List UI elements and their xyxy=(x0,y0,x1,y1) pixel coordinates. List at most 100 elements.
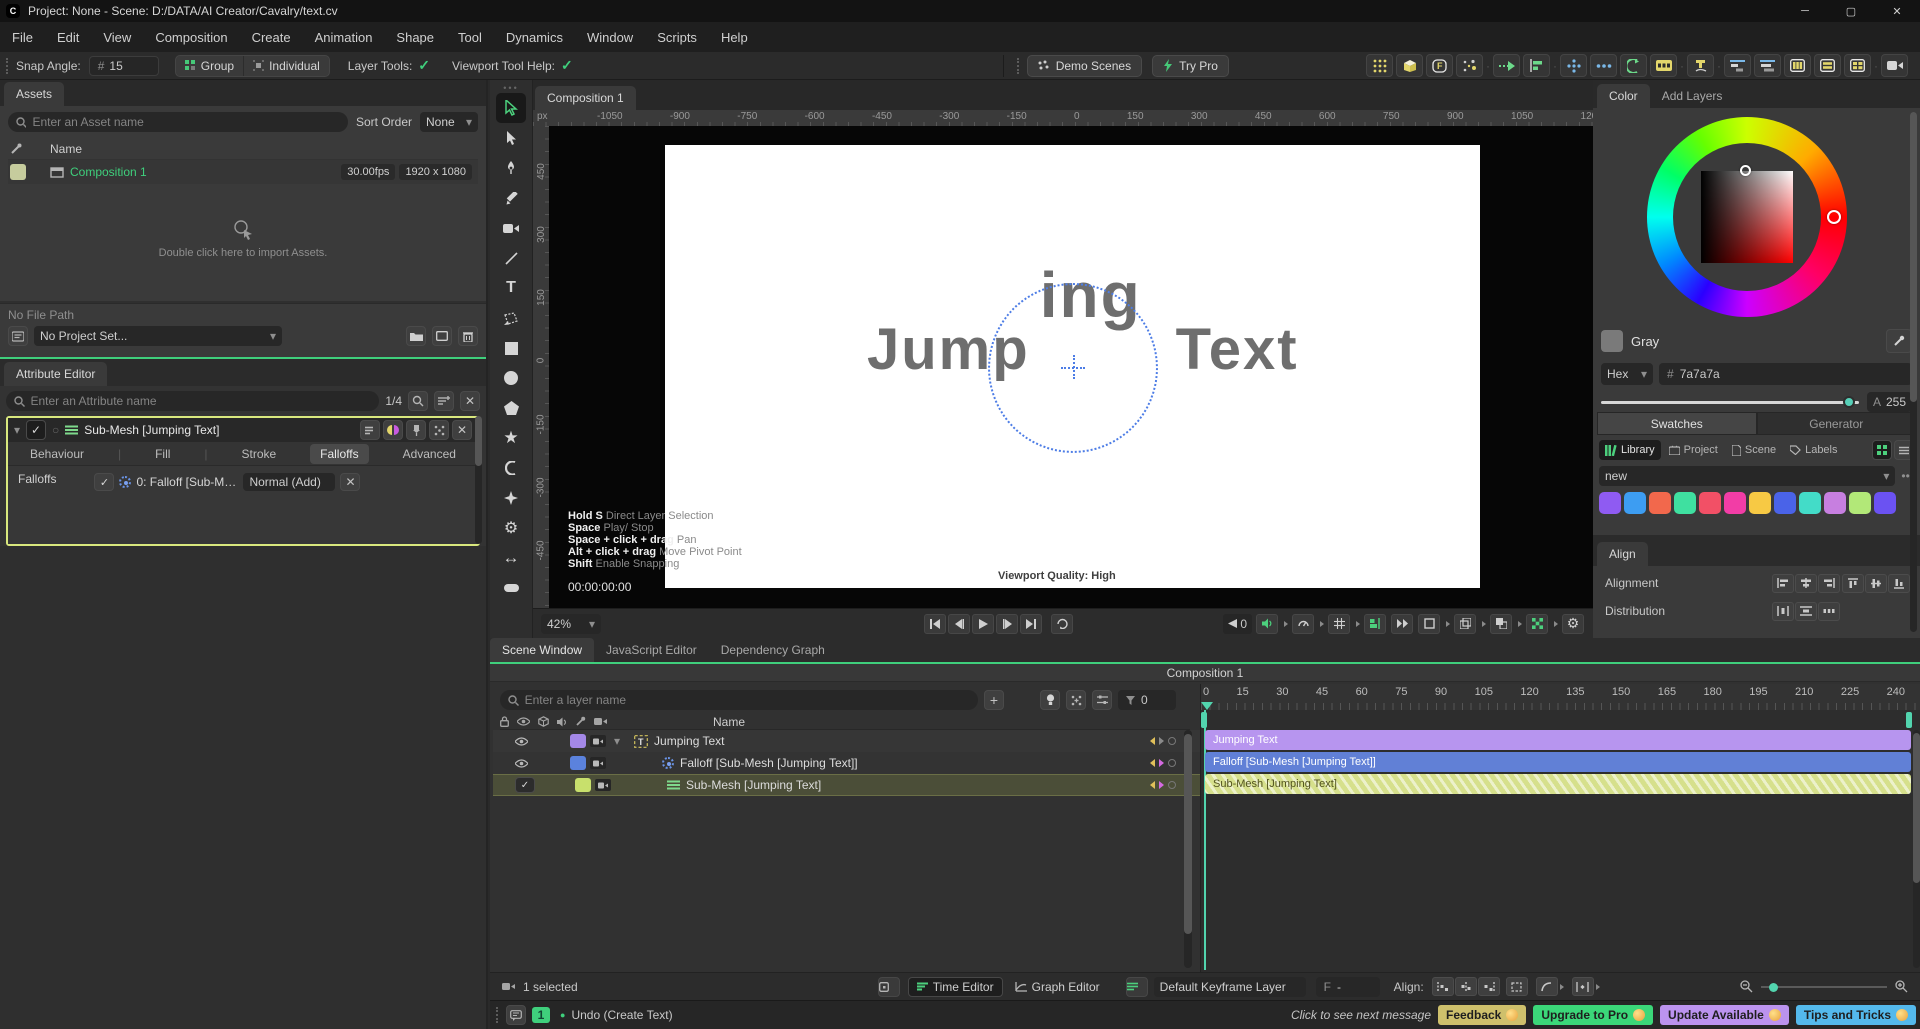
ellipse-tool[interactable] xyxy=(496,363,526,393)
distribute-h-icon[interactable] xyxy=(1772,602,1794,621)
work-area-end-handle[interactable] xyxy=(1906,712,1912,728)
status-action-button[interactable]: Upgrade to Pro xyxy=(1533,1005,1653,1025)
align-middle-v-icon[interactable] xyxy=(1865,574,1887,593)
open-folder-icon[interactable] xyxy=(406,326,426,346)
sparkle-tool[interactable] xyxy=(496,483,526,513)
falloff-enabled-check-icon[interactable]: ✓ xyxy=(94,473,114,491)
align-top-icon[interactable] xyxy=(1842,574,1864,593)
layer-row-jumping-text[interactable]: ▾ T Jumping Text xyxy=(493,730,1200,752)
fast-forward-icon[interactable] xyxy=(1391,614,1413,634)
distribute-gaps-icon[interactable] xyxy=(1818,602,1840,621)
menu-item[interactable]: Window xyxy=(587,30,633,45)
kf-align-right-icon[interactable] xyxy=(1478,977,1500,996)
menu-item[interactable]: Create xyxy=(252,30,291,45)
plus-dots-icon[interactable] xyxy=(1560,54,1587,77)
alpha-slider[interactable] xyxy=(1601,396,1859,408)
menu-item[interactable]: Animation xyxy=(315,30,373,45)
tab-stroke[interactable]: Stroke xyxy=(231,444,286,464)
color-swatch[interactable] xyxy=(1874,492,1896,514)
tab-behaviour[interactable]: Behaviour xyxy=(20,444,94,464)
distribute-v-icon[interactable] xyxy=(1795,602,1817,621)
saturation-value-square[interactable] xyxy=(1701,171,1793,263)
library-filter-button[interactable]: Library xyxy=(1599,440,1661,460)
layer-name[interactable]: Sub-Mesh [Jumping Text] xyxy=(686,778,821,792)
time-editor-button[interactable]: Time Editor xyxy=(908,977,1003,997)
stagger-light-icon[interactable] xyxy=(1724,54,1751,77)
columns-icon[interactable] xyxy=(1784,54,1811,77)
current-color-swatch[interactable] xyxy=(1601,330,1623,352)
zoom-in-icon[interactable] xyxy=(1895,980,1908,993)
attribute-editor-tab[interactable]: Attribute Editor xyxy=(4,362,107,386)
speaker-icon[interactable] xyxy=(557,717,567,727)
keyframe-list-icon[interactable] xyxy=(1126,977,1148,997)
color-swatch[interactable] xyxy=(1849,492,1871,514)
layer-filter-field[interactable]: 0 xyxy=(1118,690,1176,710)
viewport-settings-icon[interactable]: ⚙ xyxy=(1562,614,1584,634)
blend-mode-select[interactable]: Normal (Add) xyxy=(243,473,335,491)
rows-icon[interactable] xyxy=(1814,54,1841,77)
in-marker-icon[interactable] xyxy=(1150,759,1155,767)
cube-icon[interactable] xyxy=(1396,54,1423,77)
text-frame-icon[interactable]: F xyxy=(1426,54,1453,77)
align-bottom-icon[interactable] xyxy=(1888,574,1910,593)
color-swatch[interactable] xyxy=(1724,492,1746,514)
undo-count-badge[interactable]: 1 xyxy=(532,1007,550,1023)
tab-fill[interactable]: Fill xyxy=(145,444,180,464)
alpha-slider-handle[interactable] xyxy=(1843,396,1855,408)
timeline-scrollbar[interactable] xyxy=(1913,730,1920,968)
zoom-out-icon[interactable] xyxy=(1740,980,1753,993)
kf-distribute-icon[interactable] xyxy=(1572,977,1594,996)
collapse-chevron-icon[interactable]: ▾ xyxy=(14,423,20,437)
menu-item[interactable]: Dynamics xyxy=(506,30,563,45)
alpha-value-field[interactable]: A 255 xyxy=(1867,392,1912,412)
color-swatch[interactable] xyxy=(1749,492,1771,514)
select-tool[interactable] xyxy=(496,93,526,123)
dots-grid-icon[interactable] xyxy=(1366,54,1393,77)
add-layer-button[interactable]: + xyxy=(984,690,1004,710)
add-layers-tab[interactable]: Add Layers xyxy=(1650,84,1735,108)
lock-icon[interactable] xyxy=(500,716,509,727)
viewport[interactable]: Composition 1 px -1050-900-750-600-450-3… xyxy=(533,80,1593,638)
labels-filter-button[interactable]: Labels xyxy=(1784,440,1843,460)
status-message[interactable]: Click to see next message xyxy=(1291,1008,1431,1022)
dependency-graph-tab[interactable]: Dependency Graph xyxy=(709,638,837,662)
color-swatch[interactable] xyxy=(1799,492,1821,514)
in-marker-icon[interactable] xyxy=(1150,737,1155,745)
toolstrip-drag-handle[interactable]: ••• xyxy=(503,83,518,93)
skip-to-start-button[interactable] xyxy=(924,614,946,634)
timeline-zoom-handle[interactable] xyxy=(1769,983,1778,992)
timeline-bar-sub-mesh[interactable]: Sub-Mesh [Jumping Text] xyxy=(1205,774,1911,794)
in-camera-icon[interactable] xyxy=(595,779,611,791)
duplicate-icon[interactable] xyxy=(1490,614,1512,634)
color-swatch[interactable] xyxy=(1599,492,1621,514)
onion-skin-control[interactable]: 0 xyxy=(1223,614,1252,634)
previous-frame-button[interactable] xyxy=(948,614,970,634)
stagger-icon[interactable] xyxy=(1523,54,1550,77)
scene-window-tab[interactable]: Scene Window xyxy=(490,638,594,662)
group-button[interactable]: Group xyxy=(176,56,243,76)
loop-button[interactable] xyxy=(1051,614,1073,634)
camera-small-icon[interactable] xyxy=(594,717,607,726)
menu-item[interactable]: Scripts xyxy=(657,30,697,45)
arc-tool[interactable] xyxy=(496,453,526,483)
menu-item[interactable]: View xyxy=(103,30,131,45)
tab-advanced[interactable]: Advanced xyxy=(393,444,466,464)
speed-dial-icon[interactable] xyxy=(1292,614,1314,634)
project-browser-icon[interactable] xyxy=(8,326,28,346)
try-pro-button[interactable]: Try Pro xyxy=(1152,55,1229,77)
loop-circle-icon[interactable] xyxy=(1168,781,1176,789)
layer-search-field[interactable] xyxy=(525,690,970,710)
color-swatch[interactable] xyxy=(1649,492,1671,514)
width-tool[interactable]: ↔ xyxy=(496,543,526,573)
toolbar-drag-handle[interactable] xyxy=(1017,58,1021,74)
scatter-icon[interactable] xyxy=(1456,54,1483,77)
shading-icon[interactable] xyxy=(383,420,403,440)
layer-tools-check-icon[interactable]: ✓ xyxy=(418,57,430,74)
enabled-check-icon[interactable]: ✓ xyxy=(515,777,535,793)
dope-sheet-icon[interactable] xyxy=(878,977,900,997)
magnet-dots-icon[interactable] xyxy=(429,420,449,440)
project-filter-button[interactable]: Project xyxy=(1663,440,1724,460)
assets-tab[interactable]: Assets xyxy=(4,82,64,106)
line-tool[interactable] xyxy=(496,243,526,273)
loop-circle-icon[interactable] xyxy=(1168,759,1176,767)
